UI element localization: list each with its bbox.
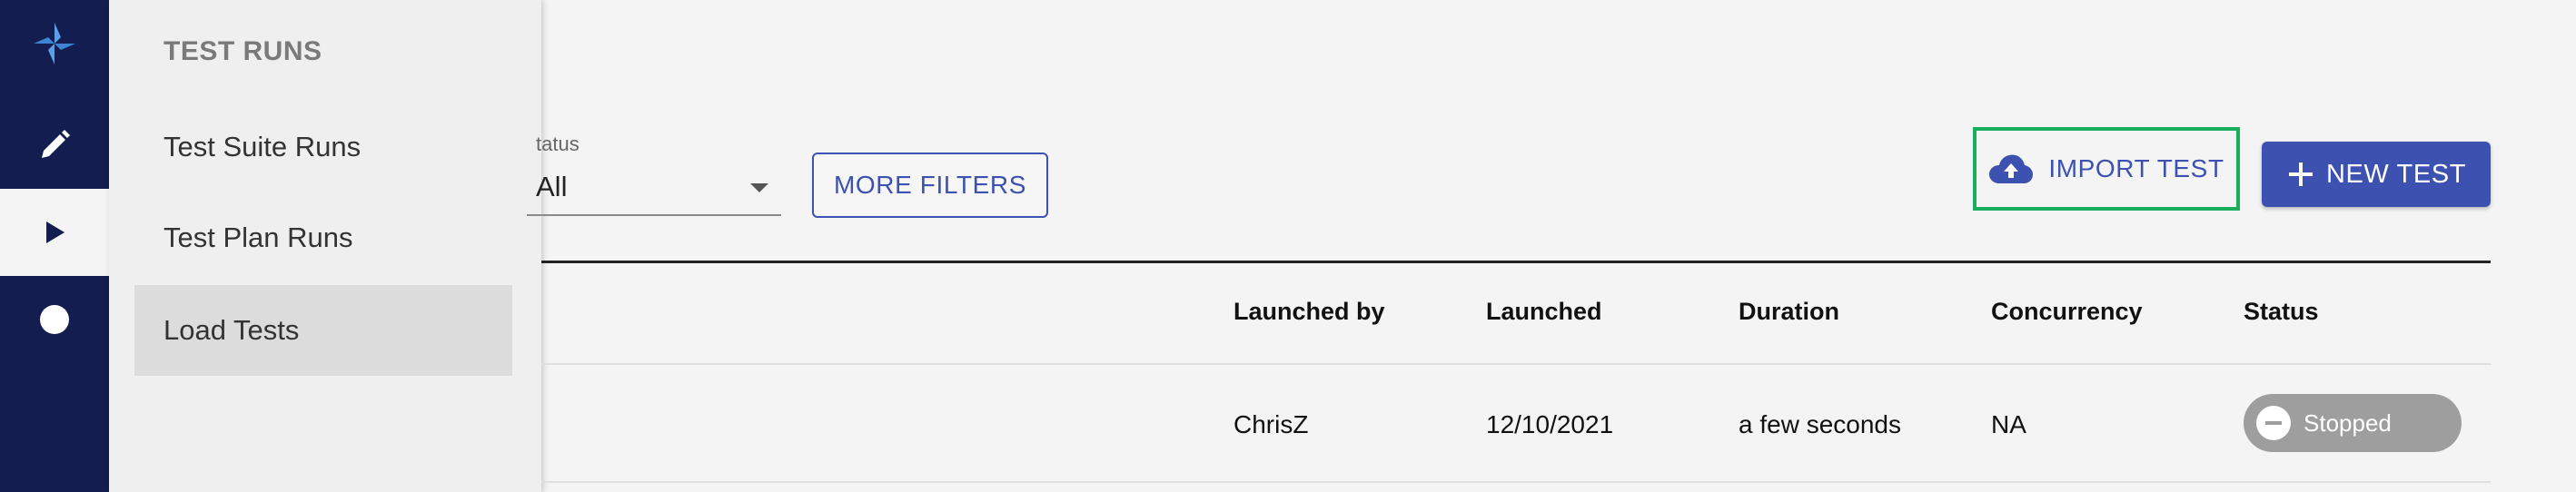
- cell-launched: 12/10/2021: [1486, 410, 1614, 438]
- header-launched-by[interactable]: Launched by: [1234, 298, 1385, 326]
- status-filter-value: All: [536, 171, 568, 202]
- header-concurrency[interactable]: Concurrency: [1991, 298, 2143, 326]
- nav-status[interactable]: [0, 276, 109, 363]
- pinwheel-logo-icon: [34, 23, 75, 64]
- flyout-title: TEST RUNS: [163, 36, 322, 66]
- play-icon: [46, 221, 64, 243]
- cloud-upload-icon: [1989, 154, 2034, 183]
- more-filters-label: MORE FILTERS: [833, 171, 1027, 199]
- status-filter-select[interactable]: All: [527, 163, 781, 216]
- status-badge-label: Stopped: [2304, 408, 2392, 437]
- row-divider: [541, 481, 2491, 483]
- more-filters-button[interactable]: MORE FILTERS: [812, 153, 1048, 218]
- circle-icon: [40, 305, 69, 334]
- import-test-label: IMPORT TEST: [2048, 154, 2224, 182]
- header-launched[interactable]: Launched: [1486, 298, 1602, 326]
- pencil-icon: [42, 130, 70, 158]
- new-test-label: NEW TEST: [2325, 159, 2467, 189]
- table-top-border: [541, 261, 2491, 263]
- plus-icon: [2288, 162, 2313, 186]
- nav-rail: [0, 0, 109, 492]
- chevron-down-icon: [750, 183, 768, 192]
- stopped-icon: [2256, 406, 2291, 440]
- menu-item-test-suite-runs[interactable]: Test Suite Runs: [134, 102, 512, 192]
- cell-launched-by: ChrisZ: [1234, 410, 1309, 438]
- row-divider: [541, 363, 2491, 365]
- nav-test-runs[interactable]: [0, 189, 109, 276]
- test-runs-flyout: TEST RUNS Test Suite Runs Test Plan Runs…: [109, 0, 541, 492]
- cell-concurrency: NA: [1991, 410, 2026, 438]
- status-filter-label: tatus: [536, 133, 580, 155]
- status-badge: Stopped: [2244, 394, 2462, 452]
- nav-edit[interactable]: [0, 102, 109, 189]
- menu-item-test-plan-runs[interactable]: Test Plan Runs: [134, 192, 512, 283]
- new-test-button[interactable]: NEW TEST: [2262, 142, 2491, 207]
- header-status[interactable]: Status: [2244, 298, 2319, 326]
- header-duration[interactable]: Duration: [1739, 298, 1839, 326]
- cell-duration: a few seconds: [1739, 410, 1901, 438]
- menu-item-load-tests[interactable]: Load Tests: [134, 285, 512, 376]
- import-test-button[interactable]: IMPORT TEST: [1973, 127, 2240, 211]
- logo[interactable]: [0, 0, 109, 87]
